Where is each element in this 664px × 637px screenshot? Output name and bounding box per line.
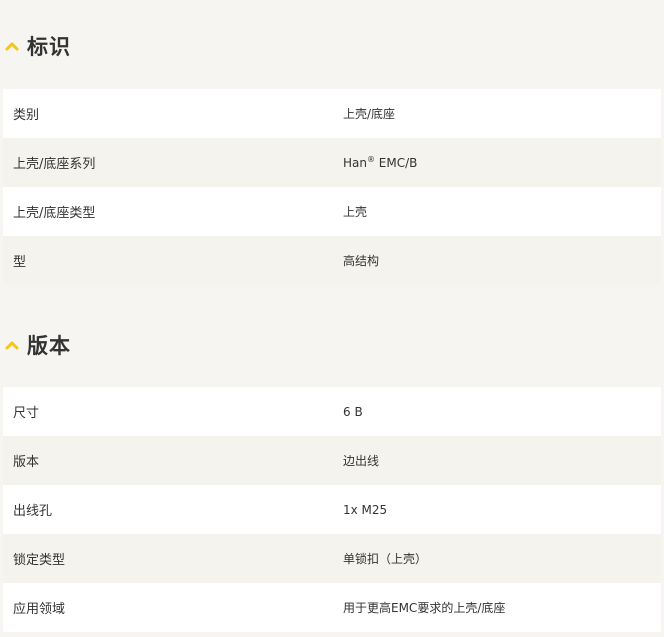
- table-row: 上壳/底座类型 上壳: [3, 187, 661, 236]
- row-value: 1x M25: [343, 502, 388, 517]
- value-suffix: EMC/B: [374, 155, 418, 170]
- section-header-version[interactable]: 版本: [0, 325, 664, 365]
- row-label: 锁定类型: [13, 553, 66, 568]
- chevron-up-icon: [4, 339, 20, 351]
- row-value: 上壳/底座: [343, 107, 396, 121]
- row-label: 型: [13, 255, 27, 270]
- row-value: 6 B: [343, 404, 363, 419]
- row-value: 单锁扣（上壳）: [343, 552, 428, 566]
- row-value: 上壳: [343, 205, 368, 219]
- row-label: 类别: [13, 108, 40, 123]
- table-row: 出线孔 1x M25: [3, 485, 661, 534]
- spec-table-identification: 类别 上壳/底座 上壳/底座系列 Han® EMC/B 上壳/底座类型 上壳 型…: [3, 89, 661, 285]
- spec-table-version: 尺寸 6 B 版本 边出线 出线孔 1x M25 锁定类型 单锁扣（上壳） 应用…: [3, 387, 661, 632]
- table-row: 版本 边出线: [3, 436, 661, 485]
- section-header-identification[interactable]: 标识: [0, 26, 664, 66]
- row-label: 尺寸: [13, 406, 40, 421]
- table-row: 上壳/底座系列 Han® EMC/B: [3, 138, 661, 187]
- row-value: 边出线: [343, 454, 380, 468]
- table-row: 类别 上壳/底座: [3, 89, 661, 138]
- section-version: 版本 尺寸 6 B 版本 边出线 出线孔 1x M25 锁定类型 单锁扣（上壳）…: [0, 325, 664, 632]
- table-row: 锁定类型 单锁扣（上壳）: [3, 534, 661, 583]
- section-title: 版本: [27, 334, 71, 358]
- section-title: 标识: [27, 35, 71, 59]
- chevron-up-icon: [4, 40, 20, 52]
- row-value: 高结构: [343, 254, 380, 268]
- table-row: 应用领域 用于更高EMC要求的上壳/底座: [3, 583, 661, 632]
- row-label: 应用领域: [13, 602, 66, 617]
- row-label: 出线孔: [13, 504, 53, 519]
- table-row: 型 高结构: [3, 236, 661, 285]
- row-value: 用于更高EMC要求的上壳/底座: [343, 601, 506, 615]
- table-row: 尺寸 6 B: [3, 387, 661, 436]
- row-label: 上壳/底座系列: [13, 157, 96, 172]
- registered-mark: ®: [366, 154, 375, 164]
- row-value: Han® EMC/B: [333, 154, 418, 170]
- row-label: 上壳/底座类型: [13, 206, 96, 221]
- section-identification: 标识 类别 上壳/底座 上壳/底座系列 Han® EMC/B 上壳/底座类型 上…: [0, 26, 664, 285]
- value-prefix: Han: [343, 155, 367, 170]
- row-label: 版本: [13, 455, 40, 470]
